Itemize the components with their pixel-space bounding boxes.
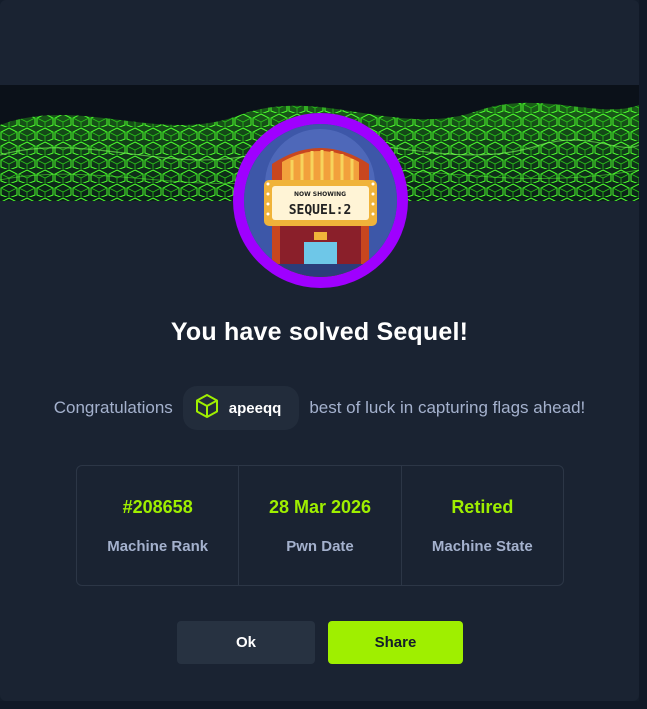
backdrop-edge [639, 0, 647, 709]
machine-avatar: NOW SHOWING SEQUEL:2 [233, 113, 408, 288]
marquee-top-text: NOW SHOWING [294, 191, 346, 198]
stat-label: Pwn Date [286, 537, 354, 555]
stat-label: Machine Rank [107, 537, 209, 555]
share-button[interactable]: Share [328, 621, 463, 664]
congrats-suffix: best of luck in capturing flags ahead! [309, 398, 586, 417]
stats-panel: #208658 Machine Rank 28 Mar 2026 Pwn Dat… [76, 465, 564, 586]
stat-machine-state: Retired Machine State [402, 466, 563, 585]
username: apeeqq [228, 399, 282, 417]
stat-pwn-date: 28 Mar 2026 Pwn Date [239, 466, 402, 585]
backdrop-strip [0, 701, 647, 709]
cube-icon [195, 393, 219, 423]
stat-value: #208658 [122, 496, 193, 517]
marquee-main-text: SEQUEL:2 [289, 203, 352, 218]
page-title: You have solved Sequel! [170, 318, 469, 346]
ok-button[interactable]: Ok [177, 621, 315, 664]
theater-illustration: NOW SHOWING SEQUEL:2 [244, 124, 397, 277]
solved-modal: NOW SHOWING SEQUEL:2 You have solved Seq… [0, 0, 639, 701]
congrats-prefix: Congratulations [53, 398, 173, 417]
user-badge[interactable]: apeeqq [182, 386, 300, 430]
stat-label: Machine State [431, 537, 533, 555]
avatar-image: NOW SHOWING SEQUEL:2 [244, 124, 397, 277]
stat-machine-rank: #208658 Machine Rank [77, 466, 240, 585]
stat-value: Retired [451, 496, 514, 517]
stat-value: 28 Mar 2026 [268, 496, 372, 517]
congrats-message: Congratulations apeeqq best of luck in c… [0, 386, 639, 430]
